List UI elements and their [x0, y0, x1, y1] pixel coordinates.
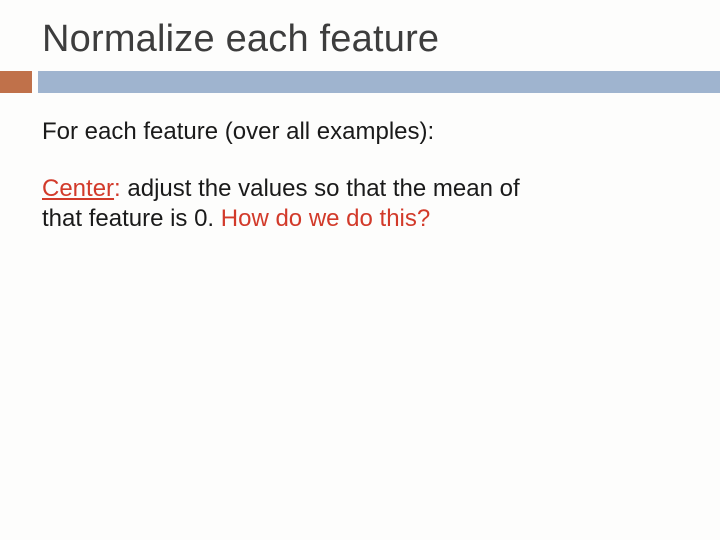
- slide: Normalize each feature For each feature …: [0, 0, 720, 540]
- center-body-line1: adjust the values so that the mean of: [121, 175, 520, 202]
- center-label: Center: [42, 175, 114, 202]
- title-divider: [0, 71, 720, 93]
- center-paragraph: Center: adjust the values so that the me…: [42, 174, 660, 203]
- center-question: How do we do this?: [221, 205, 430, 232]
- divider-main: [38, 71, 720, 93]
- slide-title: Normalize each feature: [0, 0, 720, 71]
- intro-text: For each feature (over all examples):: [42, 117, 660, 146]
- center-body-line2: that feature is 0.: [42, 205, 221, 232]
- center-colon: :: [114, 175, 121, 202]
- slide-body: For each feature (over all examples): Ce…: [0, 93, 720, 233]
- center-paragraph-line2: that feature is 0. How do we do this?: [42, 204, 660, 233]
- divider-accent: [0, 71, 32, 93]
